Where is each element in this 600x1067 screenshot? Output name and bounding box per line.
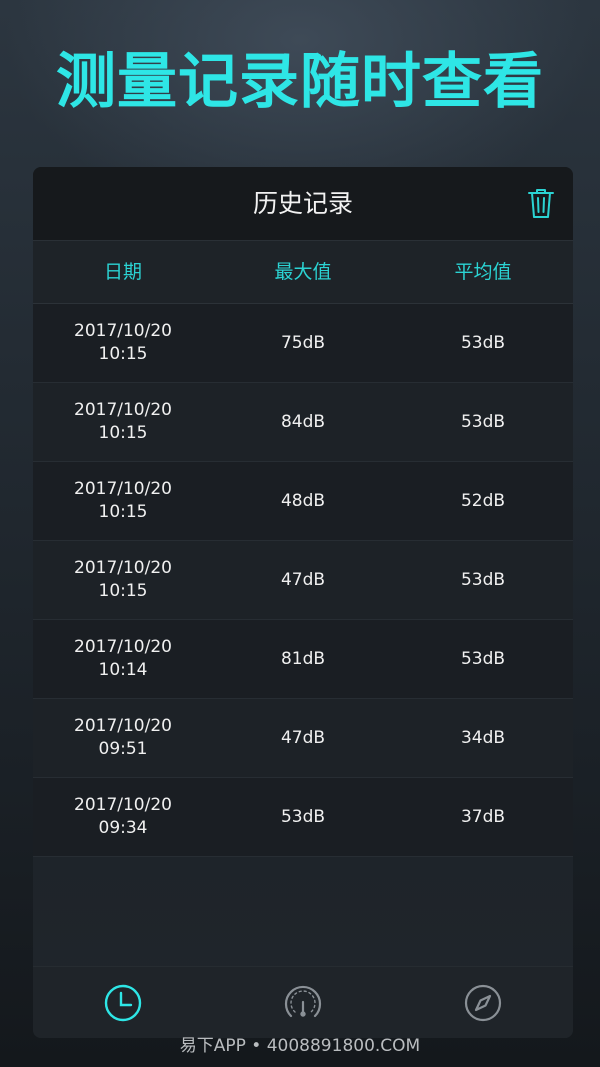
record-avg: 34dB [460, 728, 506, 748]
table-row[interactable]: 2017/10/20 09:51 47dB 34dB [33, 699, 573, 778]
record-date: 2017/10/20 [74, 716, 172, 736]
clock-icon [104, 984, 142, 1021]
record-avg: 53dB [460, 649, 506, 669]
table-row[interactable]: 2017/10/20 09:34 53dB 37dB [33, 778, 573, 857]
record-max: 75dB [280, 333, 326, 353]
tab-compass[interactable] [393, 967, 573, 1038]
table-row[interactable]: 2017/10/20 10:15 84dB 53dB [33, 383, 573, 462]
tab-history[interactable] [33, 967, 213, 1038]
record-max: 48dB [280, 491, 326, 511]
record-avg: 53dB [460, 333, 506, 353]
record-date: 2017/10/20 [74, 400, 172, 420]
record-datetime: 2017/10/20 10:15 [33, 399, 213, 445]
record-date: 2017/10/20 [74, 321, 172, 341]
record-avg: 53dB [460, 412, 506, 432]
panel-title: 历史记录 [252, 189, 353, 218]
record-datetime: 2017/10/20 10:14 [33, 636, 213, 682]
record-avg: 53dB [460, 570, 506, 590]
record-datetime: 2017/10/20 10:15 [33, 478, 213, 524]
record-avg: 37dB [460, 807, 506, 827]
record-time: 10:15 [98, 423, 148, 443]
record-date: 2017/10/20 [74, 479, 172, 499]
watermark: 易下APP • 4008891800.COM [179, 1036, 421, 1056]
record-max: 53dB [280, 807, 326, 827]
table-header: 日期 最大值 平均值 [33, 241, 573, 304]
record-datetime: 2017/10/20 09:34 [33, 794, 213, 840]
record-max: 47dB [280, 728, 326, 748]
table-row[interactable]: 2017/10/20 10:14 81dB 53dB [33, 620, 573, 699]
record-max: 47dB [280, 570, 326, 590]
column-header-avg: 平均值 [454, 261, 512, 283]
record-datetime: 2017/10/20 10:15 [33, 320, 213, 366]
record-datetime: 2017/10/20 10:15 [33, 557, 213, 603]
record-time: 09:51 [98, 739, 148, 759]
tab-meter[interactable] [213, 967, 393, 1038]
panel-header: 历史记录 [33, 167, 573, 241]
record-time: 10:15 [98, 581, 148, 601]
record-time: 10:15 [98, 344, 148, 364]
record-max: 81dB [280, 649, 326, 669]
compass-icon [464, 984, 502, 1021]
headline: 测量记录随时查看 [56, 47, 544, 117]
table-row[interactable]: 2017/10/20 10:15 48dB 52dB [33, 462, 573, 541]
record-max: 84dB [280, 412, 326, 432]
record-datetime: 2017/10/20 09:51 [33, 715, 213, 761]
record-date: 2017/10/20 [74, 637, 172, 657]
record-date: 2017/10/20 [74, 558, 172, 578]
tab-bar [33, 966, 573, 1038]
record-time: 10:15 [98, 502, 148, 522]
table-row[interactable]: 2017/10/20 10:15 75dB 53dB [33, 304, 573, 383]
table-row[interactable]: 2017/10/20 10:15 47dB 53dB [33, 541, 573, 620]
record-avg: 52dB [460, 491, 506, 511]
record-time: 10:14 [98, 660, 148, 680]
trash-icon[interactable] [527, 187, 555, 219]
record-date: 2017/10/20 [74, 795, 172, 815]
history-panel: 历史记录 日期 最大值 平均值 2017/10/20 10:15 75dB 53dB 2… [33, 167, 573, 1038]
column-header-max: 最大值 [274, 261, 332, 283]
records-list: 2017/10/20 10:15 75dB 53dB 2017/10/20 10:15 84… [33, 304, 573, 857]
gauge-icon [284, 985, 322, 1017]
column-header-date: 日期 [103, 261, 142, 283]
record-time: 09:34 [98, 818, 148, 838]
